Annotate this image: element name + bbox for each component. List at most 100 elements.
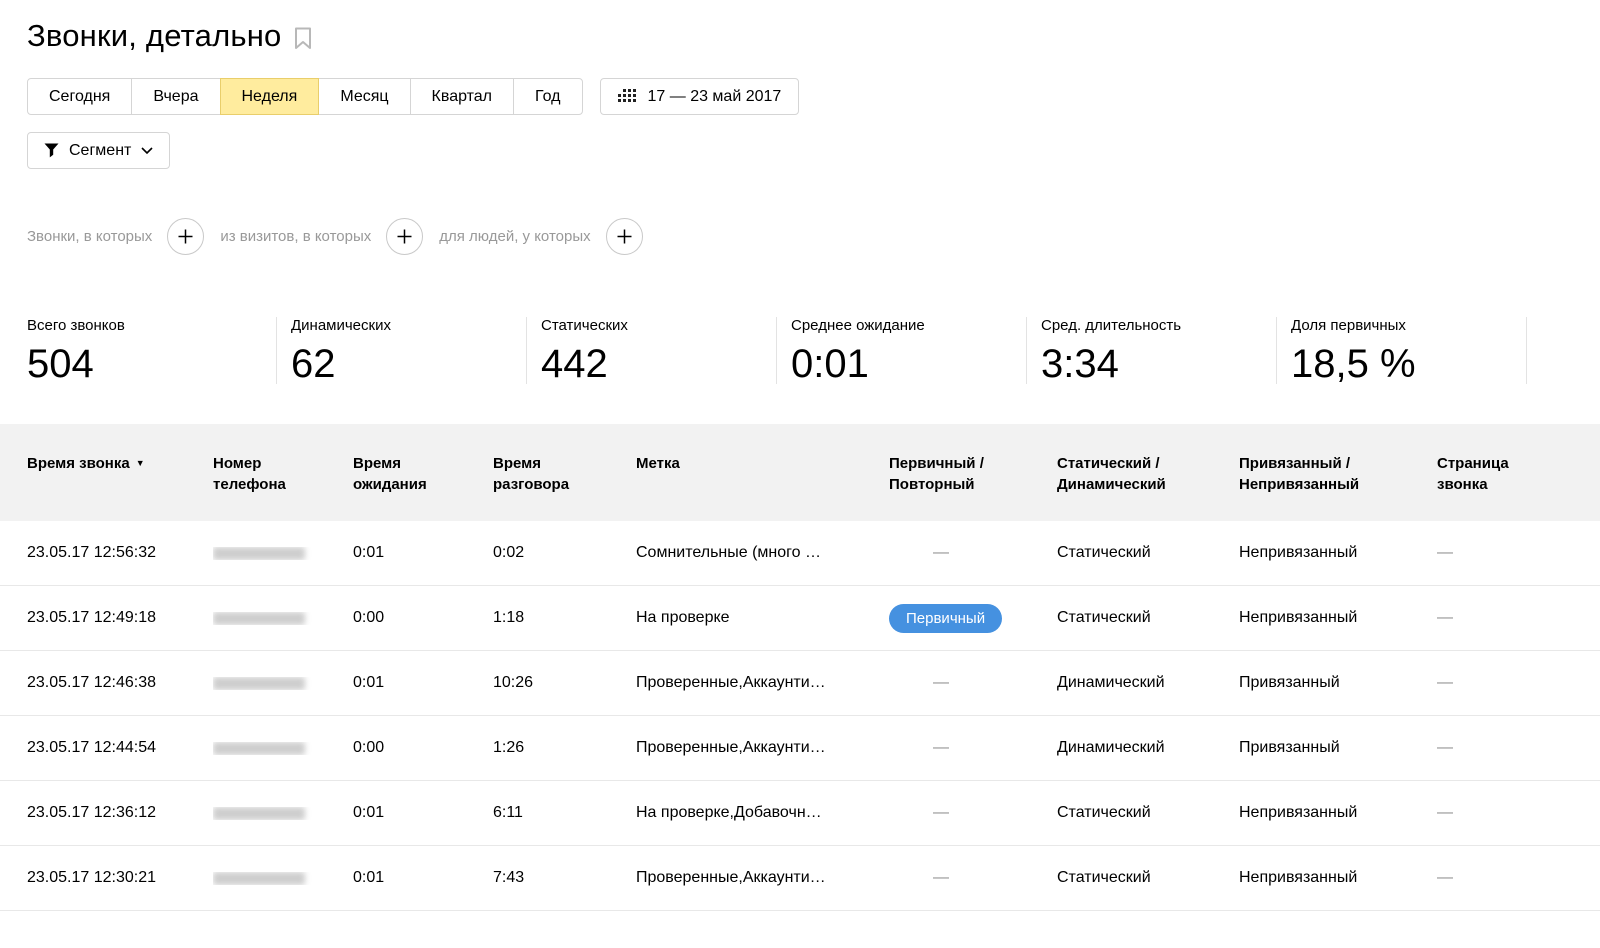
column-header-label: Время звонка — [27, 453, 130, 474]
table-body: 23.05.17 12:56:320:010:02Сомнительные (м… — [0, 521, 1600, 911]
filter-label-people: для людей, у которых — [439, 228, 590, 245]
call-row[interactable]: 23.05.17 12:36:120:016:11На проверке,Доб… — [0, 781, 1600, 846]
column-header-label: Статический / Динамический — [1057, 453, 1183, 495]
period-tab-quarter[interactable]: Квартал — [410, 78, 514, 115]
period-tab-month[interactable]: Месяц — [318, 78, 410, 115]
cell-time: 23.05.17 12:44:54 — [27, 739, 213, 757]
metric-value: 504 — [27, 344, 266, 384]
column-header-label: Привязанный / Непривязанный — [1239, 453, 1381, 495]
period-tab-year[interactable]: Год — [513, 78, 582, 115]
period-tab-yesterday[interactable]: Вчера — [131, 78, 220, 115]
cell-wait: 0:01 — [353, 544, 493, 562]
table-header: Время звонка ▼ Номер телефона Время ожидани… — [0, 424, 1600, 521]
column-header-page: Страница звонка — [1437, 453, 1573, 495]
cell-bound: Непривязанный — [1239, 804, 1437, 822]
add-filter-people-button[interactable] — [606, 218, 643, 255]
cell-time: 23.05.17 12:36:12 — [27, 804, 213, 822]
cell-talk: 1:26 — [493, 739, 636, 757]
bookmark-button[interactable] — [294, 23, 312, 50]
cell-time: 23.05.17 12:30:21 — [27, 869, 213, 887]
cell-primary: Первичный — [889, 604, 1057, 633]
metric-value: 442 — [541, 344, 766, 384]
cell-primary: — — [889, 804, 1057, 822]
sort-desc-icon: ▼ — [136, 458, 145, 468]
call-row[interactable]: 23.05.17 12:56:320:010:02Сомнительные (м… — [0, 521, 1600, 586]
cell-phone — [213, 742, 353, 755]
cell-wait: 0:01 — [353, 674, 493, 692]
cell-phone — [213, 677, 353, 690]
cell-phone — [213, 547, 353, 560]
cell-phone — [213, 807, 353, 820]
segment-button[interactable]: Сегмент — [27, 132, 170, 169]
cell-bound: Непривязанный — [1239, 869, 1437, 887]
filter-label-calls: Звонки, в которых — [27, 228, 152, 245]
period-controls: СегодняВчераНеделяМесяцКварталГод 17 — 2… — [27, 78, 1573, 115]
column-header-label: Страница звонка — [1437, 453, 1523, 495]
cell-page: — — [1437, 544, 1573, 562]
add-filter-visits-button[interactable] — [386, 218, 423, 255]
column-header-label: Номер телефона — [213, 453, 293, 495]
cell-label: На проверке — [636, 609, 889, 627]
filter-group-calls: Звонки, в которых — [27, 218, 204, 255]
cell-page: — — [1437, 739, 1573, 757]
metrics-summary: Всего звонков504Динамических62Статически… — [27, 317, 1600, 384]
column-header-primary: Первичный / Повторный — [889, 453, 1057, 495]
period-tabs: СегодняВчераНеделяМесяцКварталГод — [27, 78, 583, 115]
cell-type: Статический — [1057, 869, 1239, 887]
cell-label: На проверке,Добавочн… — [636, 804, 889, 822]
plus-icon — [397, 229, 412, 244]
cell-label: Проверенные,Аккаунти… — [636, 739, 889, 757]
phone-number-redacted — [213, 742, 305, 755]
cell-bound: Привязанный — [1239, 739, 1437, 757]
phone-number-redacted — [213, 612, 305, 625]
metric-value: 0:01 — [791, 344, 1016, 384]
column-header-wait: Время ожидания — [353, 453, 493, 495]
date-range-button[interactable]: 17 — 23 май 2017 — [600, 78, 800, 115]
plus-icon — [617, 229, 632, 244]
page-title: Звонки, детально — [27, 18, 282, 54]
period-tab-week[interactable]: Неделя — [220, 78, 320, 115]
cell-page: — — [1437, 804, 1573, 822]
filter-label-visits: из визитов, в которых — [220, 228, 371, 245]
segment-row: Сегмент — [27, 132, 1573, 169]
cell-bound: Привязанный — [1239, 674, 1437, 692]
cell-wait: 0:00 — [353, 609, 493, 627]
column-header-phone: Номер телефона — [213, 453, 353, 495]
cell-time: 23.05.17 12:46:38 — [27, 674, 213, 692]
plus-icon — [178, 229, 193, 244]
chevron-down-icon — [141, 147, 153, 155]
primary-badge: Первичный — [889, 604, 1002, 633]
metric-0: Всего звонков504 — [27, 317, 277, 384]
column-header-time[interactable]: Время звонка ▼ — [27, 453, 213, 474]
cell-phone — [213, 612, 353, 625]
cell-bound: Непривязанный — [1239, 544, 1437, 562]
cell-type: Статический — [1057, 609, 1239, 627]
call-row[interactable]: 23.05.17 12:46:380:0110:26Проверенные,Ак… — [0, 651, 1600, 716]
column-header-label: Время разговора — [493, 453, 581, 495]
period-tab-today[interactable]: Сегодня — [27, 78, 132, 115]
cell-type: Динамический — [1057, 739, 1239, 757]
cell-primary: — — [889, 869, 1057, 887]
phone-number-redacted — [213, 807, 305, 820]
bookmark-icon — [294, 27, 312, 50]
call-row[interactable]: 23.05.17 12:44:54 0:001:26Проверенные,Акк… — [0, 716, 1600, 781]
call-row[interactable]: 23.05.17 12:30:210:017:43Проверенные,Акк… — [0, 846, 1600, 911]
metric-value: 18,5 % — [1291, 344, 1516, 384]
cell-time: 23.05.17 12:49:18 — [27, 609, 213, 627]
cell-label: Проверенные,Аккаунти… — [636, 674, 889, 692]
phone-number-redacted — [213, 547, 305, 560]
metric-1: Динамических62 — [277, 317, 527, 384]
filter-group-visits: из визитов, в которых — [220, 218, 423, 255]
metric-value: 62 — [291, 344, 516, 384]
metric-2: Статических442 — [527, 317, 777, 384]
add-filter-calls-button[interactable] — [167, 218, 204, 255]
call-row[interactable]: 23.05.17 12:49:180:001:18На проверкеПерв… — [0, 586, 1600, 651]
cell-wait: 0:00 — [353, 739, 493, 757]
column-header-label: Первичный / Повторный — [889, 453, 995, 495]
metric-label: Сред. длительность — [1041, 317, 1266, 334]
cell-type: Динамический — [1057, 674, 1239, 692]
column-header-talk: Время разговора — [493, 453, 636, 495]
calls-table: Время звонка ▼ Номер телефона Время ожидани… — [0, 424, 1600, 911]
funnel-icon — [44, 143, 59, 158]
metric-label: Среднее ожидание — [791, 317, 1016, 334]
